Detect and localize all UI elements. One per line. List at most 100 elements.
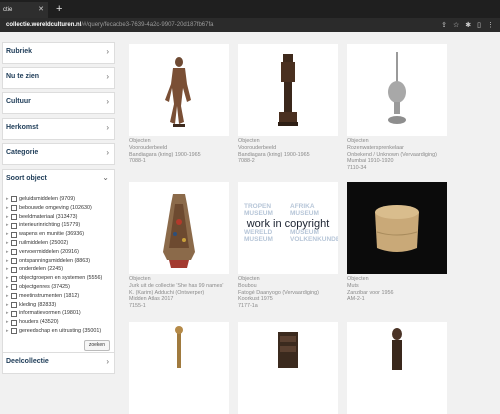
result-card[interactable]: Objecten Rozenwatersprenkelaar Onbekend … — [347, 44, 447, 172]
facet-categorie[interactable]: Categorie › — [2, 143, 115, 165]
hat-image — [347, 182, 447, 274]
soort-option[interactable]: ▸ beeldmateriaal (313473) — [6, 213, 114, 222]
soort-option[interactable]: ▸ informatievormen (19801) — [6, 309, 114, 318]
svg-text:MUSEUM: MUSEUM — [290, 210, 319, 217]
card-category: Objecten — [347, 276, 369, 282]
result-card[interactable]: Objecten Muts Zanzibar voor 1956 AM-2-1 — [347, 182, 447, 303]
checkbox[interactable] — [11, 328, 17, 335]
object-thumbnail[interactable] — [347, 322, 447, 414]
address-bar: collectie.wereldculturen.nl/#/query/feca… — [0, 18, 500, 32]
option-label: objectgroepen en systemen (5556) — [19, 275, 103, 282]
extensions-icon[interactable]: ✱ — [465, 21, 471, 29]
soort-option[interactable]: ▸ ruilmiddelen (25002) — [6, 239, 114, 248]
soort-option[interactable]: ▸ objectgenres (37425) — [6, 283, 114, 292]
facet-nu-te-zien[interactable]: Nu te zien › — [2, 67, 115, 89]
sidepanel-icon[interactable]: ▯ — [477, 21, 481, 29]
new-tab-icon[interactable]: + — [56, 2, 62, 16]
result-card[interactable]: TROPEN MUSEUM AFRIKA MUSEUM WERELD MUSEU… — [238, 182, 338, 310]
soort-option[interactable]: ▸ ontspanningsmiddelen (8863) — [6, 257, 114, 266]
checkbox[interactable] — [11, 205, 17, 212]
object-thumbnail[interactable] — [129, 44, 229, 136]
result-card[interactable] — [238, 322, 338, 414]
result-card[interactable]: Objecten Voorouderbeeld Bandiagara (krin… — [238, 44, 338, 165]
facet-herkomst[interactable]: Herkomst › — [2, 118, 115, 140]
soort-option[interactable]: ▸ vervoermiddelen (20916) — [6, 248, 114, 257]
facet-label: Deelcollectie — [6, 358, 49, 365]
result-card[interactable] — [129, 322, 229, 414]
card-number: 7110-34 — [347, 165, 367, 172]
option-label: objectgenres (37425) — [19, 283, 70, 290]
checkbox[interactable] — [11, 196, 17, 203]
checkbox[interactable] — [11, 319, 17, 326]
option-label: houders (43520) — [19, 319, 59, 326]
checkbox[interactable] — [11, 231, 17, 238]
share-icon[interactable]: ⇪ — [441, 21, 447, 29]
url-path: /#/query/fecacbe3-7639-4a2c-9907-20d187f… — [81, 22, 214, 28]
facet-soort-object: Soort object ⌄ ▸ geluidsmiddelen (9709) ▸… — [2, 169, 115, 356]
object-thumbnail[interactable] — [129, 182, 229, 274]
option-label: kleding (82833) — [19, 301, 57, 308]
option-label: bebouwde omgeving (102630) — [19, 204, 92, 211]
browser-tab-bar: ctie ✕ + — [0, 0, 500, 18]
soort-option[interactable]: ▸ kleding (82833) — [6, 301, 114, 310]
checkbox[interactable] — [11, 310, 17, 317]
card-number: 7088-2 — [238, 158, 255, 165]
checkbox[interactable] — [11, 275, 17, 282]
zoeken-button[interactable]: zoeken — [83, 340, 110, 351]
result-card[interactable] — [347, 322, 447, 414]
object-thumbnail[interactable] — [347, 44, 447, 136]
chevron-down-icon[interactable]: ⌄ — [102, 173, 109, 182]
object-thumbnail[interactable] — [238, 322, 338, 414]
soort-option[interactable]: ▸ meetinstrumenten (1812) — [6, 292, 114, 301]
soort-option[interactable]: ▸ interieurinrichting (15779) — [6, 221, 114, 230]
soort-option[interactable]: ▸ onderdelen (2245) — [6, 265, 114, 274]
checkbox[interactable] — [11, 266, 17, 273]
tab-title: ctie — [3, 7, 13, 13]
bookmark-star-icon[interactable]: ☆ — [453, 21, 459, 29]
soort-option[interactable]: ▸ gereedschap en uitrusting (35001) — [6, 327, 114, 336]
result-card[interactable]: Objecten Jurk uit de collectie 'She has … — [129, 182, 229, 310]
object-thumbnail[interactable] — [347, 182, 447, 274]
result-card[interactable]: Objecten Voorouderbeeld Bandiagara (krin… — [129, 44, 229, 165]
option-label: wapens en munitie (36936) — [19, 231, 85, 238]
checkbox[interactable] — [11, 284, 17, 291]
soort-option[interactable]: ▸ objectgroepen en systemen (5556) — [6, 274, 114, 283]
facet-deelcollectie[interactable]: Deelcollectie › — [2, 352, 115, 374]
facet-rubriek[interactable]: Rubriek › — [2, 42, 115, 64]
soort-option[interactable]: ▸ geluidsmiddelen (9709) — [6, 195, 114, 204]
card-meta: Objecten Voorouderbeeld Bandiagara (krin… — [238, 138, 338, 165]
checkbox[interactable] — [11, 257, 17, 264]
card-maker: Fatogé Daanyogo (Vervaardiging) — [238, 289, 319, 296]
url-field[interactable]: collectie.wereldculturen.nl/#/query/feca… — [6, 19, 406, 31]
checkbox[interactable] — [11, 213, 17, 220]
menu-dots-icon[interactable]: ⋮ — [487, 21, 494, 29]
svg-text:MUSEUM: MUSEUM — [290, 229, 319, 236]
checkbox[interactable] — [11, 222, 17, 229]
browser-tab[interactable]: ctie ✕ — [0, 2, 48, 18]
option-label: geluidsmiddelen (9709) — [19, 196, 76, 202]
card-category: Objecten — [238, 276, 260, 282]
checkbox[interactable] — [11, 293, 17, 300]
copyright-placeholder[interactable]: TROPEN MUSEUM AFRIKA MUSEUM WERELD MUSEU… — [238, 182, 338, 274]
checkbox[interactable] — [11, 249, 17, 256]
browser-toolbar-icons: ⇪ ☆ ✱ ▯ ⋮ — [441, 18, 494, 32]
svg-text:MUSEUM: MUSEUM — [244, 236, 273, 243]
checkbox[interactable] — [11, 240, 17, 247]
card-origin: Zanzibar voor 1956 — [347, 289, 394, 296]
facet-cultuur[interactable]: Cultuur › — [2, 92, 115, 114]
close-tab-icon[interactable]: ✕ — [38, 2, 44, 18]
facet-label: Herkomst — [6, 124, 39, 131]
soort-option[interactable]: ▸ bebouwde omgeving (102630) — [6, 204, 114, 213]
soort-option[interactable]: ▸ wapens en munitie (36936) — [6, 230, 114, 239]
soort-option[interactable]: ▸ houders (43520) — [6, 318, 114, 327]
card-number: AM-2-1 — [347, 296, 365, 303]
card-category: Objecten — [347, 138, 369, 144]
object-thumbnail[interactable] — [238, 44, 338, 136]
copyright-overlay-text: work in copyright — [246, 218, 330, 230]
facet-label: Nu te zien — [6, 73, 40, 80]
card-origin: Koorkust 1975 — [238, 296, 273, 303]
checkbox[interactable] — [11, 301, 17, 308]
card-origin: Midden Atlas 2017 — [129, 296, 174, 303]
svg-text:WERELD: WERELD — [244, 229, 272, 236]
object-thumbnail[interactable] — [129, 322, 229, 414]
